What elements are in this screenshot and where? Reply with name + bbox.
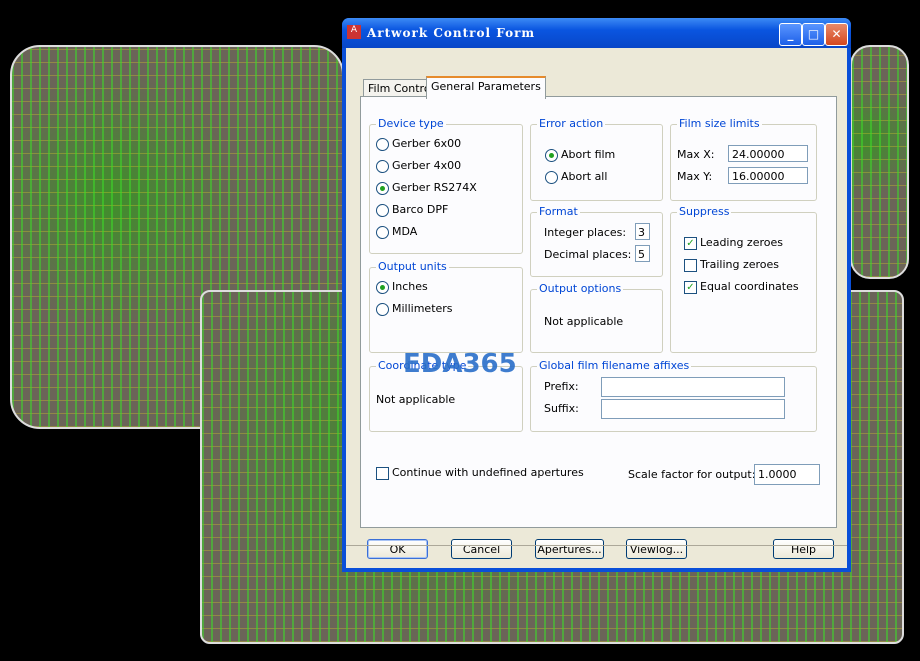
continue-undefined-apertures-label: Continue with undefined apertures	[392, 466, 584, 479]
radio-abort-all[interactable]	[545, 171, 558, 184]
trailing-zeroes-checkbox[interactable]	[684, 259, 697, 272]
title-bar[interactable]: A Artwork Control Form _ □ ✕	[342, 18, 851, 48]
scale-factor-label: Scale factor for output:	[628, 468, 756, 481]
label-barco-dpf: Barco DPF	[392, 203, 449, 216]
app-icon: A	[347, 25, 361, 39]
decimal-places-input[interactable]: 5	[635, 245, 650, 262]
integer-places-input[interactable]: 3	[635, 223, 650, 240]
radio-gerber-6x00[interactable]	[376, 138, 389, 151]
label-gerber-6x00: Gerber 6x00	[392, 137, 462, 150]
scale-factor-input[interactable]: 1.0000	[754, 464, 820, 485]
artwork-control-dialog: A Artwork Control Form _ □ ✕ Film Contro…	[342, 18, 851, 572]
leading-zeroes-checkbox[interactable]: ✓	[684, 237, 697, 250]
minimize-button[interactable]: _	[779, 23, 802, 46]
suffix-input[interactable]	[601, 399, 785, 419]
label-abort-all: Abort all	[561, 170, 608, 183]
radio-gerber-4x00[interactable]	[376, 160, 389, 173]
label-mda: MDA	[392, 225, 418, 238]
radio-mda[interactable]	[376, 226, 389, 239]
max-x-label: Max X:	[677, 148, 715, 161]
eda365-watermark: EDA365	[403, 349, 517, 379]
maximize-button[interactable]: □	[802, 23, 825, 46]
pcb-board-right	[850, 45, 909, 279]
format-group: Format Integer places: 3 Decimal places:…	[530, 205, 663, 277]
radio-inches[interactable]	[376, 281, 389, 294]
window-title: Artwork Control Form	[367, 26, 536, 40]
integer-places-label: Integer places:	[544, 226, 627, 239]
trailing-zeroes-label: Trailing zeroes	[700, 258, 780, 271]
suppress-group: Suppress ✓ Leading zeroes Trailing zeroes…	[670, 205, 817, 353]
film-size-limits-group: Film size limits Max X: 24.00000 Max Y: …	[670, 117, 817, 201]
coordinate-type-value: Not applicable	[376, 393, 456, 406]
prefix-label: Prefix:	[544, 380, 579, 393]
max-y-label: Max Y:	[677, 170, 713, 183]
device-type-label: Device type	[376, 117, 446, 130]
filename-affixes-group: Global film filename affixes Prefix: Suf…	[530, 359, 817, 432]
equal-coordinates-checkbox[interactable]: ✓	[684, 281, 697, 294]
label-abort-film: Abort film	[561, 148, 616, 161]
prefix-input[interactable]	[601, 377, 785, 397]
output-options-group: Output options Not applicable	[530, 282, 663, 353]
output-options-value: Not applicable	[544, 315, 624, 328]
error-action-label: Error action	[537, 117, 606, 130]
dialog-client: Film Control General Parameters Device t…	[346, 48, 847, 568]
suppress-label: Suppress	[677, 205, 732, 218]
film-size-limits-label: Film size limits	[677, 117, 762, 130]
tab-general-parameters[interactable]: General Parameters	[426, 76, 546, 99]
status-bar	[346, 545, 847, 569]
radio-abort-film[interactable]	[545, 149, 558, 162]
label-inches: Inches	[392, 280, 428, 293]
output-units-group: Output units Inches Millimeters	[369, 260, 523, 353]
radio-gerber-rs274x[interactable]	[376, 182, 389, 195]
decimal-places-label: Decimal places:	[544, 248, 632, 261]
max-x-input[interactable]: 24.00000	[728, 145, 808, 162]
suffix-label: Suffix:	[544, 402, 579, 415]
equal-coordinates-label: Equal coordinates	[700, 280, 799, 293]
close-button[interactable]: ✕	[825, 23, 848, 46]
label-millimeters: Millimeters	[392, 302, 453, 315]
filename-affixes-label: Global film filename affixes	[537, 359, 692, 372]
label-gerber-rs274x: Gerber RS274X	[392, 181, 477, 194]
output-units-label: Output units	[376, 260, 449, 273]
continue-undefined-apertures-checkbox[interactable]	[376, 467, 389, 480]
format-label: Format	[537, 205, 580, 218]
max-y-input[interactable]: 16.00000	[728, 167, 808, 184]
error-action-group: Error action Abort film Abort all	[530, 117, 663, 201]
leading-zeroes-label: Leading zeroes	[700, 236, 783, 249]
radio-barco-dpf[interactable]	[376, 204, 389, 217]
output-options-label: Output options	[537, 282, 624, 295]
device-type-group: Device type Gerber 6x00 Gerber 4x00 Gerb…	[369, 117, 523, 254]
general-parameters-panel: Device type Gerber 6x00 Gerber 4x00 Gerb…	[360, 96, 837, 528]
label-gerber-4x00: Gerber 4x00	[392, 159, 462, 172]
radio-millimeters[interactable]	[376, 303, 389, 316]
